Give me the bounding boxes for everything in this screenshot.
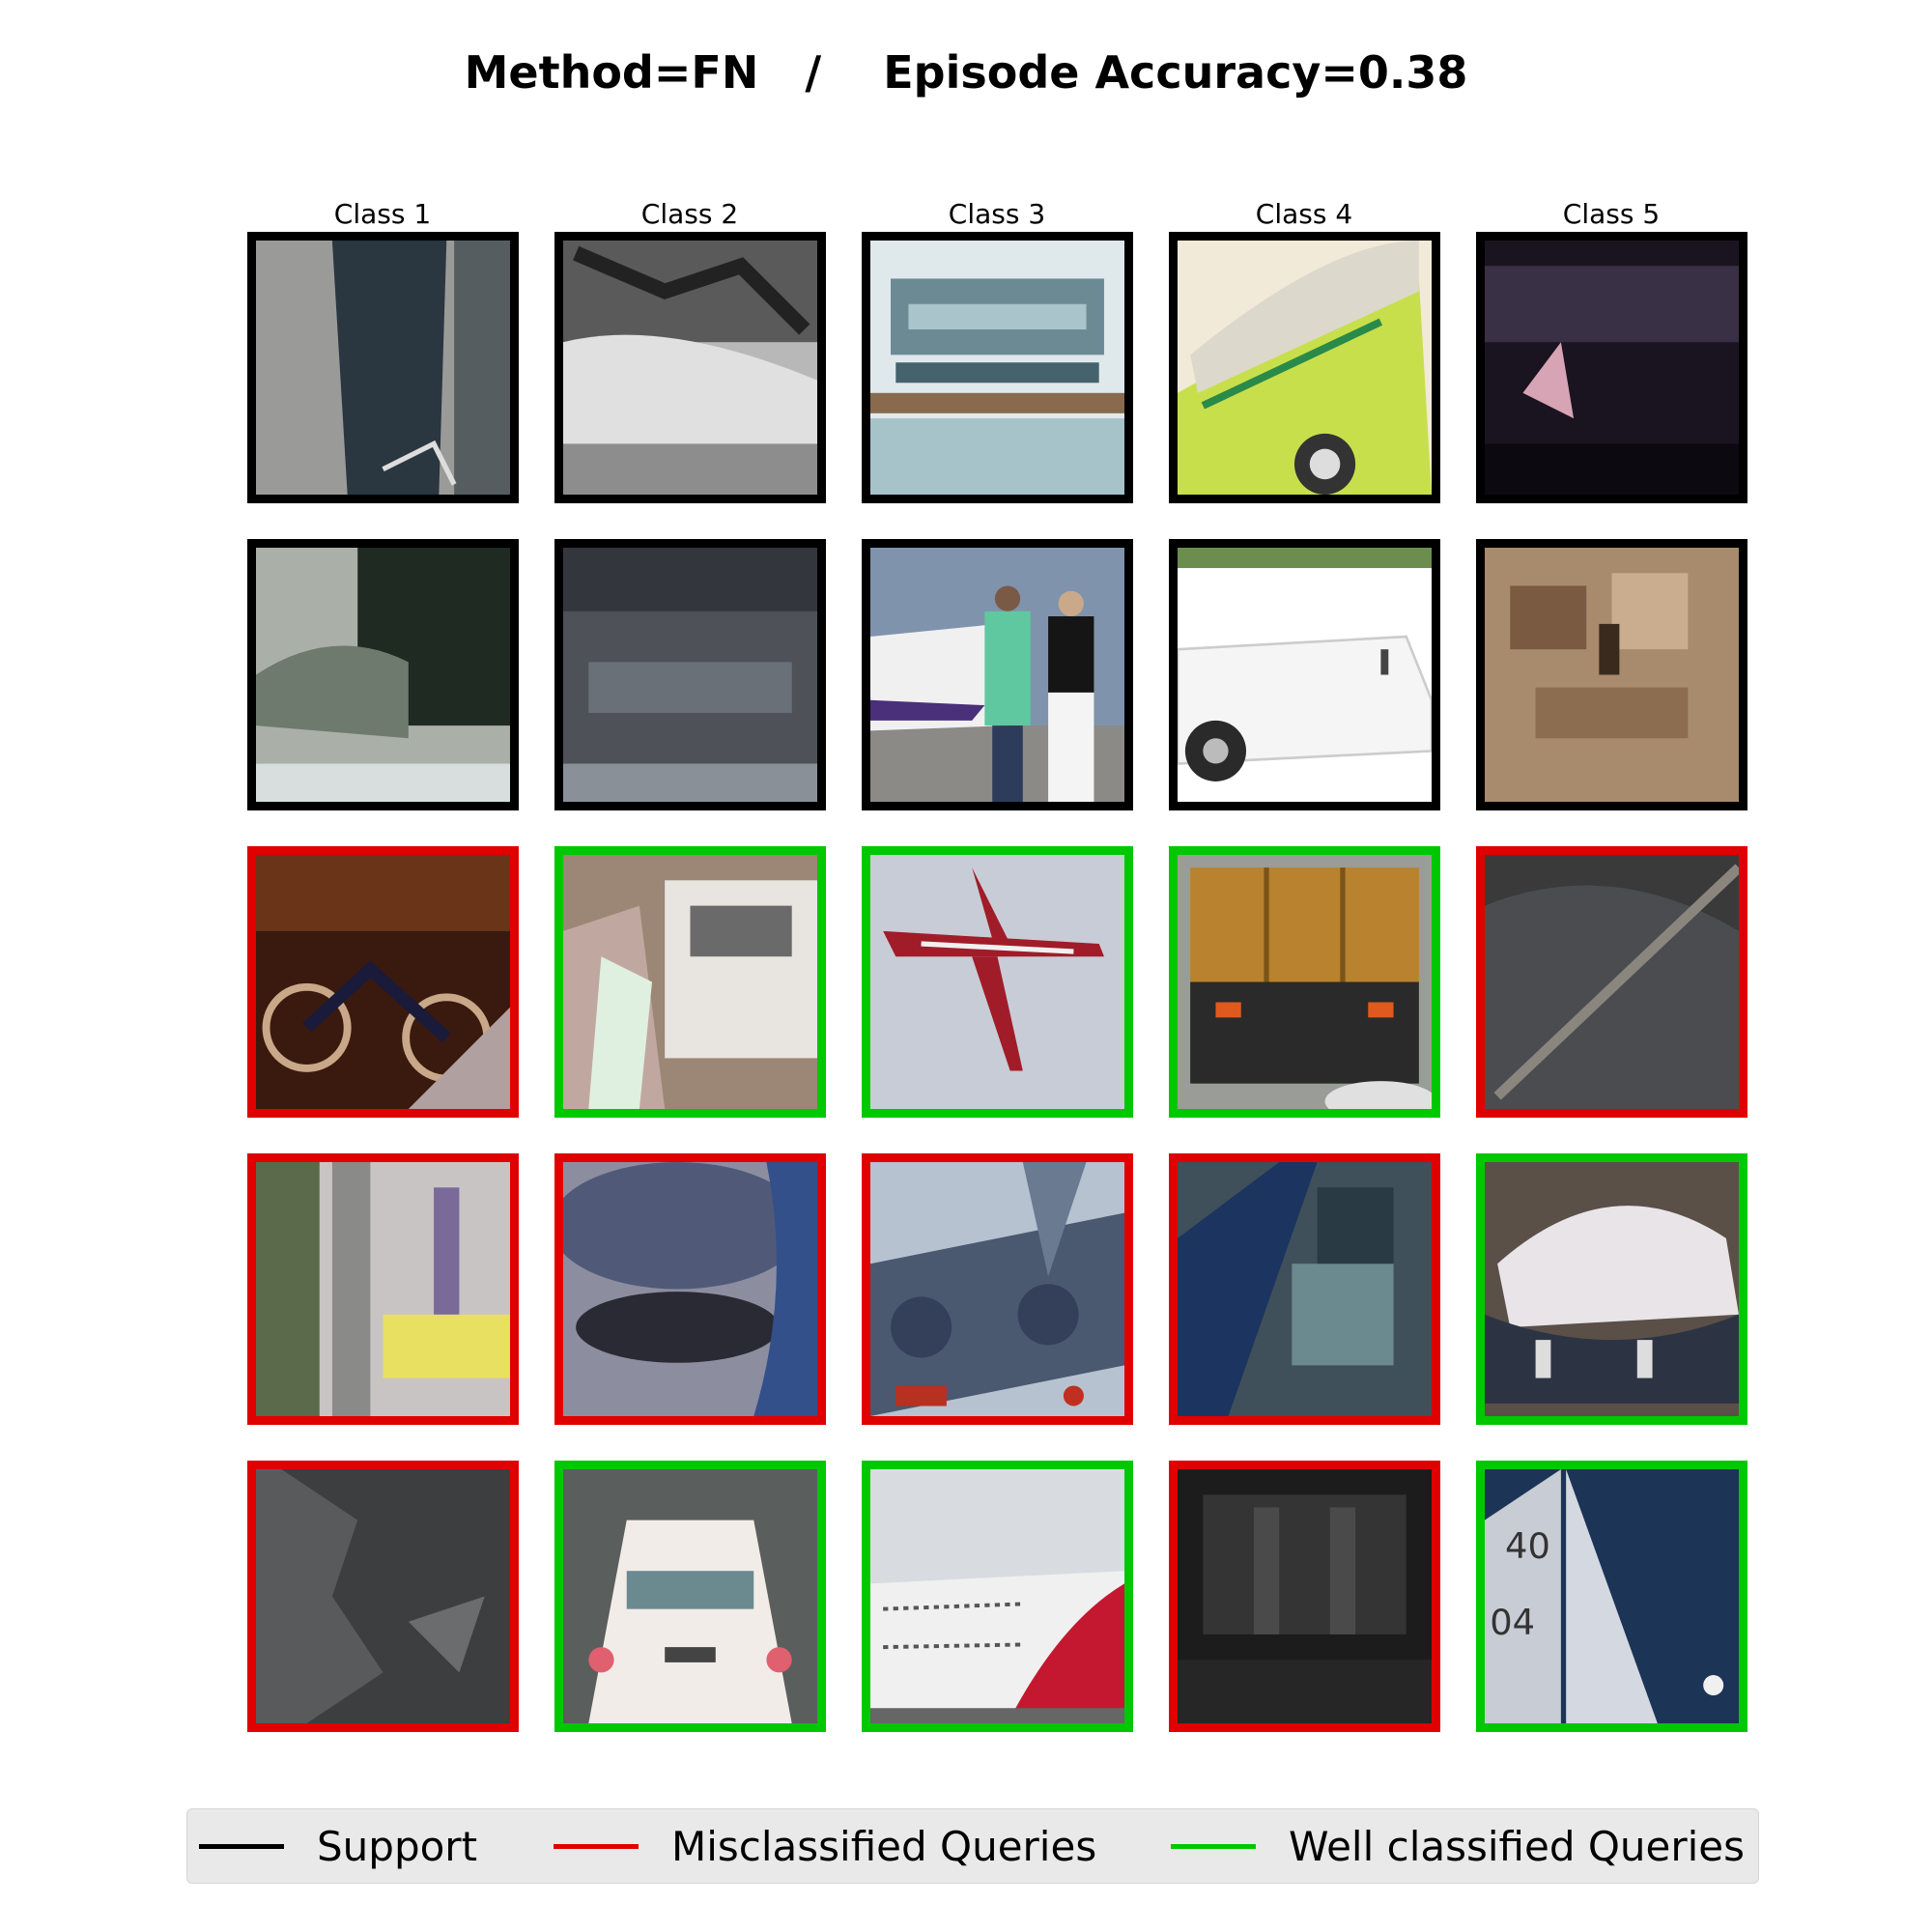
well-classified-query-image-icon (554, 1461, 826, 1732)
misclassified-query-image-icon (247, 846, 519, 1118)
well-classified-query-image-icon (554, 846, 826, 1118)
legend: Support Misclassified Queries Well class… (186, 1808, 1759, 1884)
legend-item-support: Support (199, 1809, 477, 1883)
legend-item-misclassified: Misclassified Queries (554, 1809, 1096, 1883)
well-classified-query-image-icon (1476, 1153, 1747, 1425)
column-label-class-2: Class 2 (640, 198, 739, 230)
support-image-icon (862, 232, 1133, 503)
support-image-icon (247, 232, 519, 503)
support-image-icon (1169, 232, 1440, 503)
misclassified-query-image-icon (1476, 846, 1747, 1118)
legend-swatch-support (199, 1843, 284, 1849)
support-image-icon (247, 539, 519, 810)
column-label-class-1: Class 1 (333, 198, 432, 230)
column-label-class-5: Class 5 (1562, 198, 1661, 230)
misclassified-query-image-icon (247, 1153, 519, 1425)
legend-label-support: Support (317, 1822, 478, 1870)
misclassified-query-image-icon (1169, 1153, 1440, 1425)
legend-swatch-misclassified (554, 1843, 639, 1849)
figure-title: Method=FN / Episode Accuracy=0.38 (464, 46, 1468, 99)
column-label-class-3: Class 3 (948, 198, 1046, 230)
misclassified-query-image-icon (862, 1153, 1133, 1425)
misclassified-query-image-icon (247, 1461, 519, 1732)
support-image-icon (1169, 539, 1440, 810)
legend-item-well-classified: Well classified Queries (1171, 1809, 1745, 1883)
legend-label-well-classified: Well classified Queries (1289, 1822, 1746, 1870)
legend-label-misclassified: Misclassified Queries (671, 1822, 1097, 1870)
image-grid: Class 1 Class 2 Class 3 Class 4 Class 5 … (247, 198, 1747, 1744)
misclassified-query-image-icon (554, 1153, 826, 1425)
well-classified-query-image-icon (1169, 846, 1440, 1118)
support-image-icon (1476, 539, 1747, 810)
misclassified-query-image-icon (1169, 1461, 1440, 1732)
well-classified-query-image-icon (862, 1461, 1133, 1732)
well-classified-query-image-icon (862, 846, 1133, 1118)
support-image-icon (1476, 232, 1747, 503)
support-image-icon (554, 232, 826, 503)
legend-swatch-well-classified (1171, 1843, 1256, 1849)
svg-text:40: 40 (1505, 1525, 1550, 1567)
column-label-class-4: Class 4 (1255, 198, 1353, 230)
support-image-icon (554, 539, 826, 810)
well-classified-query-image-icon: 40 04 (1476, 1461, 1747, 1732)
support-image-icon (862, 539, 1133, 810)
svg-text:04: 04 (1490, 1602, 1535, 1643)
